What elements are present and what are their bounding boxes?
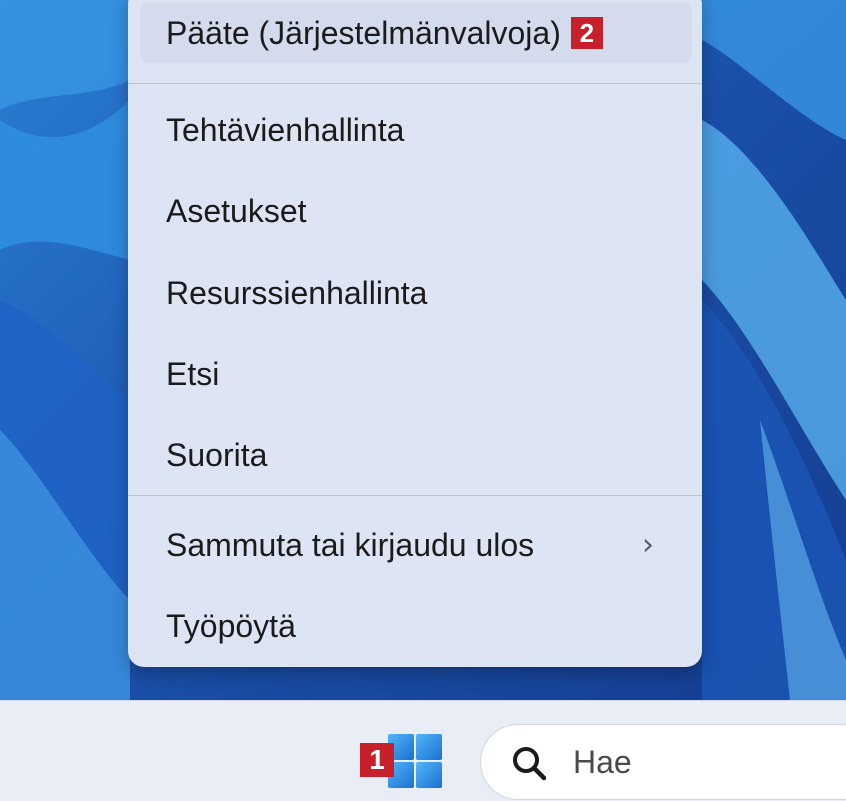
menu-divider — [128, 83, 702, 84]
menu-item-label: Suorita — [166, 436, 268, 473]
menu-item-run[interactable]: Suorita — [140, 425, 692, 485]
menu-item-label: Etsi — [166, 355, 220, 392]
taskbar-search-box[interactable]: Hae — [480, 724, 846, 800]
chevron-right-icon: › — [642, 527, 654, 563]
menu-item-label: Resurssienhallinta — [166, 274, 428, 311]
callout-badge: 1 — [360, 743, 394, 777]
menu-item-label: Pääte (Järjestelmänvalvoja) — [166, 14, 561, 51]
windows-logo-icon — [388, 734, 442, 788]
menu-item-settings[interactable]: Asetukset — [140, 181, 692, 241]
start-context-menu: Pääte (Järjestelmänvalvoja) 2 Tehtävienh… — [128, 0, 702, 667]
start-button[interactable] — [386, 732, 444, 790]
taskbar: 1 Hae — [0, 700, 846, 801]
menu-item-label: Asetukset — [166, 192, 307, 229]
menu-item-label: Sammuta tai kirjaudu ulos — [166, 526, 535, 563]
search-placeholder: Hae — [573, 744, 632, 780]
menu-item-task-manager[interactable]: Tehtävienhallinta — [140, 100, 692, 160]
menu-item-search[interactable]: Etsi — [140, 344, 692, 404]
menu-item-shutdown-signout[interactable]: Sammuta tai kirjaudu ulos › — [140, 515, 692, 575]
menu-item-file-explorer[interactable]: Resurssienhallinta — [140, 263, 692, 323]
menu-item-terminal-admin[interactable]: Pääte (Järjestelmänvalvoja) 2 — [140, 3, 692, 63]
callout-badge: 2 — [570, 17, 603, 49]
menu-item-label: Tehtävienhallinta — [166, 111, 405, 148]
menu-item-label: Työpöytä — [166, 607, 296, 644]
menu-divider — [128, 495, 702, 496]
search-icon — [513, 747, 547, 781]
menu-item-desktop[interactable]: Työpöytä — [140, 596, 692, 656]
